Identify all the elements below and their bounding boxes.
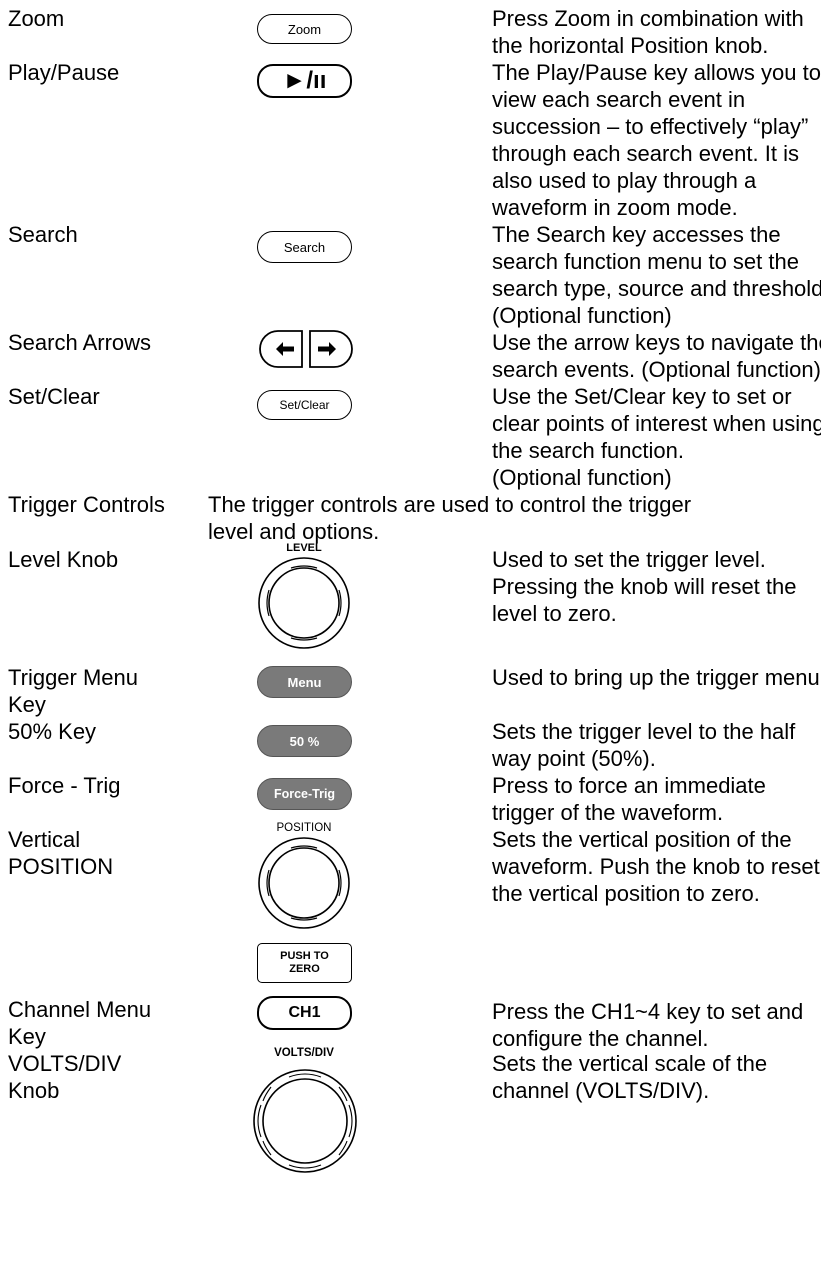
set-clear-key-label: Set/Clear xyxy=(279,398,330,412)
manual-page: Zoom Zoom Press Zoom in combination with… xyxy=(0,0,821,1286)
row-name-volts-div-line-1: VOLTS/DIV xyxy=(8,1051,122,1076)
push-to-line-1: PUSH TO xyxy=(280,950,329,962)
desc-channel-line-1: Press the CH1~4 key to set and xyxy=(492,999,804,1024)
desc-arrows-line-2: search events. (Optional function) xyxy=(492,357,821,382)
push-to-zero-label: PUSH TO ZERO xyxy=(257,943,352,983)
force-trig-key-label: Force-Trig xyxy=(273,787,336,801)
level-knob xyxy=(258,557,350,649)
desc-setclear-line-3: the search function. xyxy=(492,438,685,463)
force-trig-key: Force-Trig xyxy=(257,778,352,810)
row-name-play-pause: Play/Pause xyxy=(8,60,120,85)
desc-play-line-6: waveform in zoom mode. xyxy=(492,195,738,220)
desc-play-line-4: through each search event. It is xyxy=(492,141,799,166)
desc-level-line-3: level to zero. xyxy=(492,601,617,626)
row-name-channel-menu-line-2: Key xyxy=(8,1024,46,1049)
row-name-vertical-position-line-1: Vertical xyxy=(8,827,81,852)
position-knob-label: POSITION xyxy=(276,822,332,834)
row-name-trigger-menu-line-2: Key xyxy=(8,692,46,717)
push-to-line-2: ZERO xyxy=(289,963,320,975)
desc-search-line-3: search type, source and threshold. xyxy=(492,276,821,301)
desc-play-line-3: succession – to effectively “play” xyxy=(492,114,809,139)
desc-force-line-1: Press to force an immediate xyxy=(492,773,766,798)
trigger-menu-key-label: Menu xyxy=(287,674,322,690)
desc-50-line-1: Sets the trigger level to the half xyxy=(492,719,796,744)
fifty-percent-key: 50 % xyxy=(257,725,352,757)
desc-trigger-line-2: level and options. xyxy=(208,519,380,544)
desc-channel-line-2: configure the channel. xyxy=(492,1026,709,1051)
desc-search-line-4: (Optional function) xyxy=(492,303,672,328)
desc-trigger-menu-line-1: Used to bring up the trigger menu. xyxy=(492,665,821,690)
row-name-vertical-position-line-2: POSITION xyxy=(8,854,114,879)
desc-volts-line-1: Sets the vertical scale of the xyxy=(492,1051,768,1076)
row-name-trigger-menu-line-1: Trigger Menu xyxy=(8,665,139,690)
desc-position-line-2: waveform. Push the knob to reset xyxy=(492,854,820,879)
desc-position-line-3: the vertical position to zero. xyxy=(492,881,760,906)
desc-level-line-1: Used to set the trigger level. xyxy=(492,547,766,572)
row-name-level-knob: Level Knob xyxy=(8,547,119,572)
set-clear-key: Set/Clear xyxy=(257,390,352,420)
volts-div-knob xyxy=(253,1069,357,1173)
play-pause-key: ►/ıı xyxy=(257,64,352,98)
desc-force-line-2: trigger of the waveform. xyxy=(492,800,724,825)
level-knob-label: LEVEL xyxy=(286,542,322,554)
desc-play-line-1: The Play/Pause key allows you to xyxy=(492,60,821,85)
row-name-force-trig: Force - Trig xyxy=(8,773,121,798)
ch1-key-label: CH1 xyxy=(288,1004,321,1021)
desc-level-line-2: Pressing the knob will reset the xyxy=(492,574,797,599)
volts-div-knob-label: VOLTS/DIV xyxy=(274,1047,334,1059)
desc-position-line-1: Sets the vertical position of the xyxy=(492,827,792,852)
row-name-channel-menu-line-1: Channel Menu xyxy=(8,997,152,1022)
search-key: Search xyxy=(257,231,352,263)
desc-play-line-5: also used to play through a xyxy=(492,168,757,193)
vertical-position-knob xyxy=(258,837,350,929)
ch1-key: CH1 xyxy=(257,996,352,1030)
desc-arrows-line-1: Use the arrow keys to navigate the xyxy=(492,330,821,355)
row-name-search: Search xyxy=(8,222,78,247)
row-name-volts-div-line-2: Knob xyxy=(8,1078,60,1103)
fifty-percent-key-label: 50 % xyxy=(289,733,320,749)
trigger-menu-key: Menu xyxy=(257,666,352,698)
desc-setclear-line-2: clear points of interest when using xyxy=(492,411,821,436)
desc-play-line-2: view each search event in xyxy=(492,87,746,112)
play-pause-icon: ►/ıı xyxy=(282,67,327,94)
desc-zoom-line-1: Press Zoom in combination with xyxy=(492,6,804,31)
desc-50-line-2: way point (50%). xyxy=(492,746,656,771)
row-name-search-arrows: Search Arrows xyxy=(8,330,152,355)
desc-zoom-line-2: the horizontal Position knob. xyxy=(492,33,769,58)
desc-search-line-1: The Search key accesses the xyxy=(492,222,781,247)
desc-search-line-2: search function menu to set the xyxy=(492,249,799,274)
search-key-label: Search xyxy=(283,239,326,255)
search-arrow-keys xyxy=(259,330,353,368)
desc-setclear-line-1: Use the Set/Clear key to set or xyxy=(492,384,792,409)
row-name-trigger-controls: Trigger Controls xyxy=(8,492,165,517)
desc-volts-line-2: channel (VOLTS/DIV). xyxy=(492,1078,710,1103)
zoom-key-label: Zoom xyxy=(287,21,322,37)
desc-setclear-line-4: (Optional function) xyxy=(492,465,672,490)
zoom-key: Zoom xyxy=(257,14,352,44)
row-name-set-clear: Set/Clear xyxy=(8,384,100,409)
desc-trigger-line-1: The trigger controls are used to control… xyxy=(208,492,692,517)
row-name-zoom: Zoom xyxy=(8,6,65,31)
row-name-50-key: 50% Key xyxy=(8,719,97,744)
